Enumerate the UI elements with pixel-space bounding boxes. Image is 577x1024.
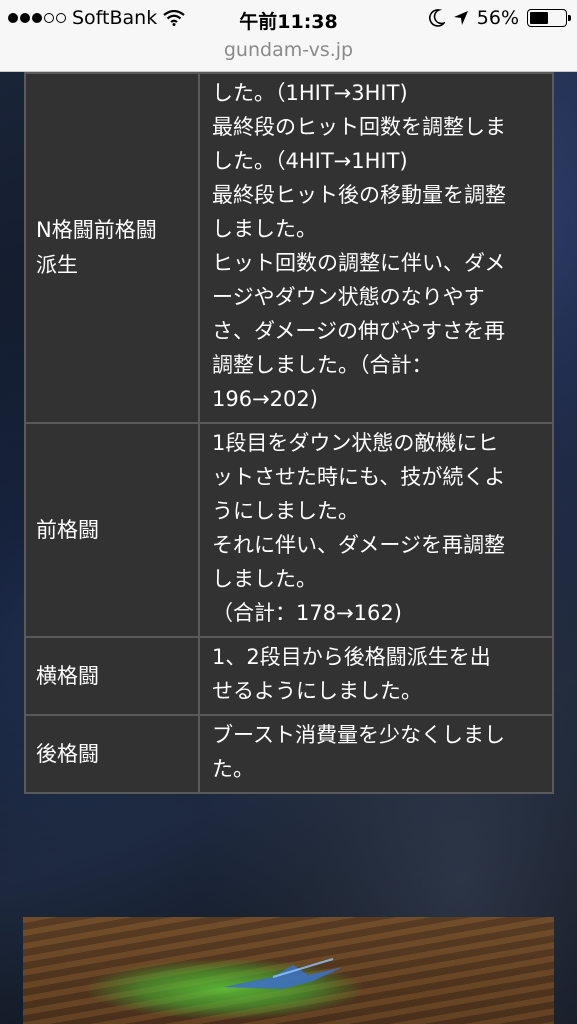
change-description-line: 196→202) <box>212 387 318 411</box>
change-description-line: さ、ダメージの伸びやすさを再 <box>212 319 505 343</box>
change-description-cell: した。（1HIT→3HIT) 最終段のヒット回数を調整しま した。（4HIT→1HI… <box>198 72 554 424</box>
change-description-cell: ブースト消費量を少なくしまし た。 <box>198 714 554 794</box>
change-description-line: た。 <box>212 757 254 781</box>
change-description-cell: 1、2段目から後格闘派生を出 せるようにしました。 <box>198 636 554 716</box>
change-description-line: した。（1HIT→3HIT) <box>212 81 408 105</box>
move-name: 前格闘 <box>36 517 99 542</box>
mobile-suit-graphic <box>223 958 343 989</box>
page-content: N格闘前格闘 派生 した。（1HIT→3HIT) 最終段のヒット回数を調整しま した。（… <box>0 72 577 1024</box>
move-name: N格闘前格闘 <box>36 218 157 242</box>
change-description-line: うにしました。 <box>212 499 359 523</box>
url-domain: gundam-vs.jp <box>223 39 354 61</box>
change-description-line: ージやダウン状態のなりやす <box>212 285 485 309</box>
change-description-cell: 1段目をダウン状態の敵機にヒ ットさせた時にも、技が続くよ うにしました。それに伴い… <box>198 422 554 638</box>
table-row: 横格闘 1、2段目から後格闘派生を出 せるようにしました。 <box>24 636 554 716</box>
address-bar[interactable]: gundam-vs.jp <box>0 36 577 72</box>
location-arrow-icon <box>453 11 468 25</box>
battery-fill <box>530 12 548 24</box>
change-description-line: 最終段のヒット回数を調整しま <box>212 115 506 139</box>
change-description-line: それに伴い、ダメージを再調整 <box>212 533 505 557</box>
changes-table: N格闘前格闘 派生 した。（1HIT→3HIT) 最終段のヒット回数を調整しま した。（… <box>24 72 554 794</box>
change-description-line: 最終段ヒット後の移動量を調整 <box>212 183 506 207</box>
moon-icon <box>428 9 445 27</box>
change-description-line: した。（4HIT→1HIT) <box>212 149 408 173</box>
table-row: 後格闘 ブースト消費量を少なくしまし た。 <box>24 714 554 794</box>
change-description-line: しました。 <box>212 217 317 241</box>
change-description-line: 1段目をダウン状態の敵機にヒ <box>212 431 499 455</box>
move-name: 横格闘 <box>36 663 99 688</box>
change-description-line: ブースト消費量を少なくしまし <box>212 723 505 747</box>
move-name-cell: 前格闘 <box>24 422 200 638</box>
gameplay-screenshot <box>23 917 554 1024</box>
change-description-line: 1、2段目から後格闘派生を出 <box>212 645 491 669</box>
changes-table-body: N格闘前格闘 派生 した。（1HIT→3HIT) 最終段のヒット回数を調整しま した。（… <box>24 72 554 794</box>
move-name: 派生 <box>36 253 78 277</box>
change-description-line: ヒット回数の調整に伴い、ダメ <box>212 251 506 275</box>
status-bar: SoftBank 午前11:38 56% <box>0 0 577 36</box>
move-name: 後格闘 <box>36 741 99 766</box>
battery-icon <box>527 9 571 27</box>
change-description-line: しました。 <box>212 567 317 591</box>
change-description-line: 調整しました。（合計： <box>212 353 433 377</box>
change-description-line: （合計：178→162) <box>212 601 402 625</box>
move-name-cell: N格闘前格闘 派生 <box>24 72 200 424</box>
move-name-cell: 後格闘 <box>24 714 200 794</box>
change-description-line: せるようにしました。 <box>212 679 422 703</box>
table-row: N格闘前格闘 派生 した。（1HIT→3HIT) 最終段のヒット回数を調整しま した。（… <box>24 72 554 424</box>
move-name-cell: 横格闘 <box>24 636 200 716</box>
table-row: 前格闘 1段目をダウン状態の敵機にヒ ットさせた時にも、技が続くよ うにしました。それ… <box>24 422 554 638</box>
status-right-group: 56% <box>428 7 571 29</box>
battery-percent: 56% <box>476 7 519 29</box>
change-description-line: ットさせた時にも、技が続くよ <box>212 465 506 489</box>
